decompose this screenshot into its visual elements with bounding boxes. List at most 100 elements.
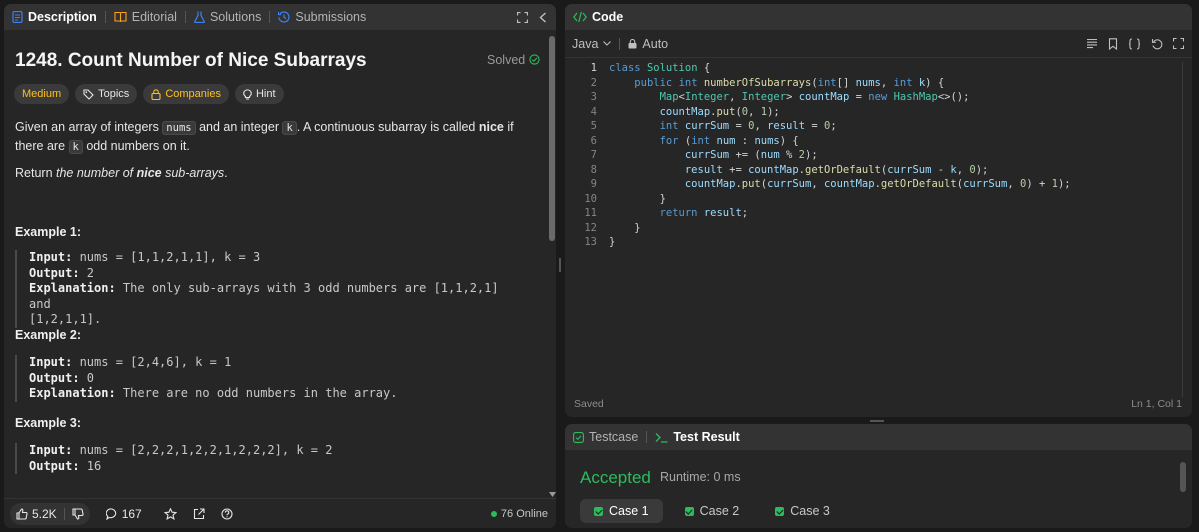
solved-status: Solved xyxy=(487,53,540,67)
online-count: 76 Online xyxy=(500,508,548,520)
check-circle-icon xyxy=(529,54,540,65)
tab-code[interactable]: Code xyxy=(573,10,623,24)
case-tab[interactable]: Case 1 xyxy=(580,499,663,523)
scrollbar-thumb[interactable] xyxy=(549,36,555,241)
code-tab-bar: Code xyxy=(565,4,1192,30)
result-panel: Testcase Test Result Accepted Runtime: 0… xyxy=(565,424,1192,528)
example-title: Example 1: xyxy=(15,225,82,239)
case-label: Case 2 xyxy=(699,504,740,518)
tab-description-label: Description xyxy=(28,10,97,24)
topics-label: Topics xyxy=(98,88,130,100)
fullscreen-icon[interactable] xyxy=(516,11,529,24)
horizontal-resize-handle[interactable] xyxy=(870,420,884,422)
tab-testcase[interactable]: Testcase xyxy=(573,430,638,444)
result-scrollbar[interactable] xyxy=(1180,458,1186,518)
description-icon xyxy=(12,11,23,23)
vote-divider xyxy=(63,507,65,520)
testcase-label: Testcase xyxy=(589,430,639,444)
editor-actions xyxy=(1086,38,1184,50)
thumbs-down-icon[interactable] xyxy=(72,507,84,520)
code-line: 5 int currSum = 0, result = 0; xyxy=(590,120,837,132)
comments-button[interactable]: 167 xyxy=(105,506,142,521)
tab-submissions[interactable]: Submissions xyxy=(278,10,366,24)
runtime-text: Runtime: 0 ms xyxy=(660,470,741,484)
comment-icon xyxy=(105,507,116,520)
case-pass-icon xyxy=(594,506,603,516)
code-line: 3 Map<Integer, Integer> countMap = new H… xyxy=(590,91,970,103)
collapse-chevron-icon[interactable] xyxy=(539,11,547,23)
code-line: 9 countMap.put(currSum, countMap.getOrDe… xyxy=(590,178,1071,190)
favorite-button[interactable] xyxy=(163,507,177,520)
lightbulb-icon xyxy=(243,88,252,100)
scrollbar-thumb[interactable] xyxy=(1180,462,1186,492)
companies-tag[interactable]: Companies xyxy=(143,84,229,104)
tab-solutions-label: Solutions xyxy=(209,10,262,24)
code-line: 2 public int numberOfSubarrays(int[] num… xyxy=(590,76,945,89)
code-scrollbar[interactable] xyxy=(1182,62,1188,397)
tab-separator xyxy=(184,11,186,23)
format-lines-icon[interactable] xyxy=(1086,38,1098,49)
result-status: Accepted xyxy=(580,468,651,487)
description-content: 1248. Count Number of Nice Subarrays Sol… xyxy=(4,30,546,498)
solved-label: Solved xyxy=(487,53,526,67)
description-footer: 5.2K 167 76 Online xyxy=(4,498,556,528)
mode-select[interactable]: Auto xyxy=(628,37,668,51)
checkbox-icon xyxy=(573,431,584,443)
case-tab[interactable]: Case 3 xyxy=(761,499,844,523)
tab-description[interactable]: Description xyxy=(12,10,97,24)
online-dot-icon xyxy=(490,511,497,517)
vote-pill: 5.2K xyxy=(10,502,90,525)
example-block: Input: nums = [2,2,2,1,2,2,1,2,2,2], k =… xyxy=(15,443,515,474)
toolbar-divider xyxy=(619,37,621,50)
description-panel: Description Editorial Solutions Submissi… xyxy=(4,4,556,528)
reset-undo-icon[interactable] xyxy=(1151,38,1163,50)
code-line: 13} xyxy=(584,236,616,248)
tab-separator xyxy=(269,11,271,23)
inline-code: k xyxy=(68,140,83,154)
comments-count: 167 xyxy=(121,506,142,521)
share-button[interactable] xyxy=(193,507,205,520)
case-tabs: Case 1 Case 2 Case 3 xyxy=(580,499,844,523)
case-pass-icon xyxy=(684,506,694,516)
code-editor[interactable]: 1 class Solution { 2 public int numberOfS… xyxy=(565,62,1192,251)
code-panel: Code Java Auto 1 class Solution { 2 publi… xyxy=(565,4,1192,417)
bookmark-icon[interactable] xyxy=(1108,38,1118,50)
code-line: 1 class Solution { xyxy=(590,62,711,74)
topics-tag[interactable]: Topics xyxy=(75,84,138,104)
save-status: Saved xyxy=(574,398,604,410)
star-icon xyxy=(163,507,177,520)
mode-label: Auto xyxy=(642,36,669,51)
tab-editorial[interactable]: Editorial xyxy=(114,10,177,24)
tab-test-result[interactable]: Test Result xyxy=(655,430,740,444)
curly-braces-icon[interactable] xyxy=(1128,38,1141,50)
tab-solutions[interactable]: Solutions xyxy=(194,10,261,24)
problem-return-statement: Return the number of nice sub-arrays. xyxy=(15,166,228,180)
description-scrollbar[interactable] xyxy=(549,30,556,498)
example-title: Example 2: xyxy=(15,328,82,342)
lock-icon xyxy=(151,88,161,100)
cursor-position: Ln 1, Col 1 xyxy=(1131,398,1182,410)
chevron-down-icon xyxy=(603,41,612,46)
language-label: Java xyxy=(572,36,599,51)
code-tab-label: Code xyxy=(592,10,624,24)
hint-label: Hint xyxy=(255,88,276,100)
help-button[interactable] xyxy=(221,507,233,520)
scroll-down-arrow-icon[interactable] xyxy=(549,492,556,497)
thumbs-up-icon[interactable] xyxy=(16,507,28,520)
book-icon xyxy=(114,11,127,23)
history-icon xyxy=(278,11,290,23)
code-line: 6 for (int num : nums) { xyxy=(590,134,799,147)
online-indicator: 76 Online xyxy=(490,508,548,520)
example-block: Input: nums = [2,4,6], k = 1 Output: 0 E… xyxy=(15,355,515,402)
expand-icon[interactable] xyxy=(1173,38,1184,49)
vertical-resize-handle[interactable] xyxy=(559,258,561,272)
difficulty-badge: Medium xyxy=(14,84,70,104)
flask-icon xyxy=(194,11,205,23)
share-external-icon xyxy=(193,507,205,519)
question-circle-icon xyxy=(221,507,233,520)
hint-tag[interactable]: Hint xyxy=(234,84,284,104)
tab-separator xyxy=(646,431,648,443)
example-block: Input: nums = [1,1,2,1,1], k = 3 Output:… xyxy=(15,250,515,328)
case-tab[interactable]: Case 2 xyxy=(671,499,754,523)
language-select[interactable]: Java xyxy=(572,36,612,51)
